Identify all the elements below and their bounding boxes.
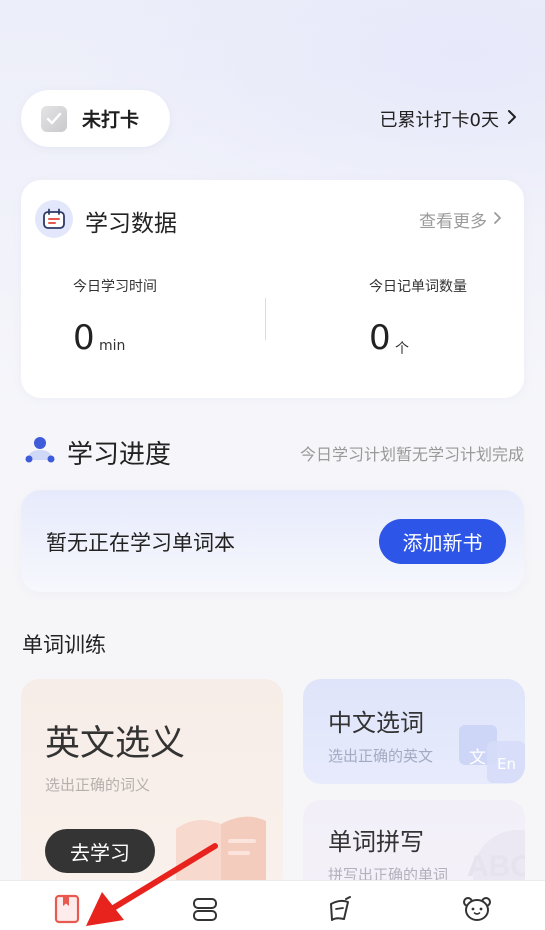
notebook-icon bbox=[330, 896, 351, 921]
checkbox-icon bbox=[41, 105, 67, 132]
study-data-card: 学习数据 查看更多 今日学习时间 0 min 今日记单词数量 0 个 bbox=[21, 180, 524, 398]
checkin-status: 未打卡 bbox=[82, 109, 140, 131]
chevron-right-icon bbox=[493, 210, 502, 230]
bottom-tab-bar bbox=[0, 880, 545, 930]
streak-text: 已累计打卡0天 bbox=[379, 110, 499, 131]
study-time-value: 0 bbox=[73, 318, 95, 358]
checkin-streak-link[interactable]: 已累计打卡0天 bbox=[380, 106, 517, 132]
view-more-label: 查看更多 bbox=[419, 212, 487, 232]
view-more-link[interactable]: 查看更多 bbox=[419, 207, 502, 232]
chevron-right-icon bbox=[507, 109, 517, 130]
bear-face-icon bbox=[463, 897, 491, 921]
words-count-unit: 个 bbox=[395, 341, 409, 357]
tab-study[interactable] bbox=[51, 893, 83, 925]
checkin-button[interactable]: 未打卡 bbox=[21, 90, 170, 147]
calendar-icon bbox=[35, 200, 73, 238]
english-choice-card[interactable]: 英文选义 选出正确的词义 去学习 bbox=[21, 679, 283, 909]
current-book-card: 暂无正在学习单词本 添加新书 bbox=[21, 490, 524, 592]
training-title: 单词训练 bbox=[22, 633, 106, 657]
chinese-choice-title: 中文选词 bbox=[328, 709, 424, 737]
abc-deco-text: ABC bbox=[467, 850, 525, 883]
english-choice-title: 英文选义 bbox=[45, 724, 186, 764]
translate-card-glyph-cn: 文 bbox=[469, 748, 486, 768]
add-book-button[interactable]: 添加新书 bbox=[379, 519, 506, 564]
progress-note: 今日学习计划暂无学习计划完成 bbox=[299, 445, 524, 464]
book-icon bbox=[54, 894, 80, 924]
chinese-choice-card[interactable]: 中文选词 选出正确的英文 文 En bbox=[303, 679, 525, 784]
study-time-unit: min bbox=[99, 338, 126, 354]
progress-robot-icon bbox=[24, 434, 56, 466]
tab-cards[interactable] bbox=[189, 893, 221, 925]
go-study-button[interactable]: 去学习 bbox=[45, 829, 155, 873]
chinese-choice-subtitle: 选出正确的英文 bbox=[328, 747, 434, 765]
translate-cards-icon bbox=[459, 725, 525, 783]
spelling-title: 单词拼写 bbox=[328, 828, 424, 856]
tab-profile[interactable] bbox=[461, 893, 493, 925]
words-count-label: 今日记单词数量 bbox=[369, 279, 467, 295]
translate-card-glyph-en: En bbox=[497, 755, 516, 773]
words-count-value: 0 bbox=[369, 318, 391, 358]
tab-notebook[interactable] bbox=[324, 893, 356, 925]
study-time-label: 今日学习时间 bbox=[73, 279, 157, 295]
stat-divider bbox=[265, 298, 266, 340]
progress-title: 学习进度 bbox=[67, 440, 172, 470]
no-book-text: 暂无正在学习单词本 bbox=[46, 531, 235, 555]
study-data-title: 学习数据 bbox=[85, 211, 177, 237]
english-choice-subtitle: 选出正确的词义 bbox=[45, 776, 151, 794]
cards-icon bbox=[193, 898, 217, 921]
